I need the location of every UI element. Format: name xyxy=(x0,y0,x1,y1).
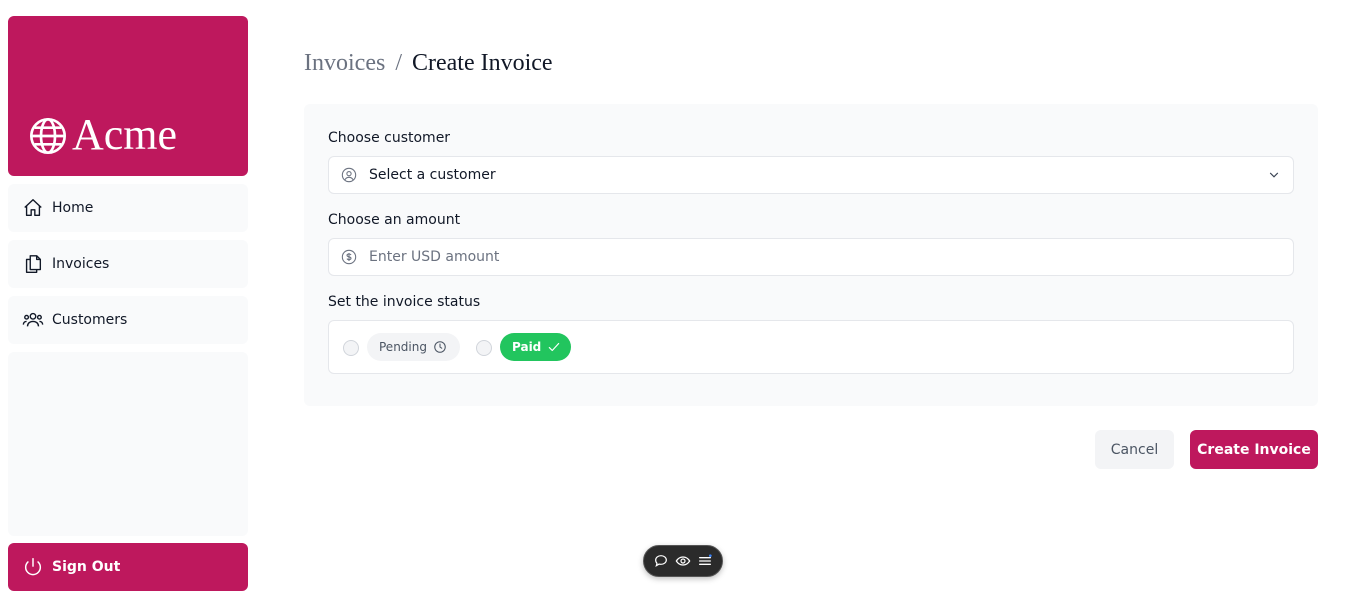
customer-select[interactable]: Select a customer xyxy=(328,156,1294,194)
sign-out-label: Sign Out xyxy=(52,559,121,575)
breadcrumb-invoices-link[interactable]: Invoices xyxy=(304,50,385,76)
sidebar-item-label: Customers xyxy=(52,312,128,328)
amount-label: Choose an amount xyxy=(328,212,461,228)
clock-icon xyxy=(433,340,447,354)
paid-label: Paid xyxy=(512,340,542,354)
menu-icon[interactable] xyxy=(697,553,713,569)
sidebar-spacer xyxy=(8,352,248,536)
check-icon xyxy=(547,340,561,354)
globe-icon xyxy=(28,116,68,156)
document-duplicate-icon xyxy=(22,253,44,275)
pending-label: Pending xyxy=(379,340,427,354)
customer-label: Choose customer xyxy=(328,130,451,146)
floating-toolbar xyxy=(643,545,723,577)
create-invoice-form: Choose customer Select a customer Choose… xyxy=(304,104,1318,406)
breadcrumb-current: Create Invoice xyxy=(411,50,553,76)
pending-option[interactable]: Pending xyxy=(367,333,460,361)
amount-input[interactable]: Enter USD amount xyxy=(328,238,1294,276)
amount-placeholder: Enter USD amount xyxy=(369,249,500,265)
power-icon xyxy=(22,556,44,578)
home-icon xyxy=(22,197,44,219)
chevron-down-icon xyxy=(1267,168,1281,182)
sign-out-button[interactable]: Sign Out xyxy=(8,543,248,591)
customer-select-value: Select a customer xyxy=(369,167,496,183)
status-label: Set the invoice status xyxy=(328,294,481,310)
breadcrumb-separator: / xyxy=(395,50,402,76)
breadcrumb: Invoices / Create Invoice xyxy=(304,46,553,80)
cancel-button[interactable]: Cancel xyxy=(1095,430,1174,469)
user-group-icon xyxy=(22,309,44,331)
sidebar-item-invoices[interactable]: Invoices xyxy=(8,240,248,288)
sidebar-item-label: Invoices xyxy=(52,256,110,272)
brand-name: Acme xyxy=(72,110,178,159)
sidebar-item-label: Home xyxy=(52,200,94,216)
pending-radio[interactable] xyxy=(343,340,359,356)
paid-radio[interactable] xyxy=(476,340,492,356)
chat-bubble-icon[interactable] xyxy=(653,553,669,569)
sidebar: Acme Home Invoices Customers Sign Out xyxy=(8,16,248,591)
sidebar-item-home[interactable]: Home xyxy=(8,184,248,232)
sidebar-item-customers[interactable]: Customers xyxy=(8,296,248,344)
create-invoice-button[interactable]: Create Invoice xyxy=(1190,430,1318,469)
currency-dollar-icon xyxy=(341,249,357,265)
brand-logo-panel[interactable]: Acme xyxy=(8,16,248,176)
user-circle-icon xyxy=(341,167,357,183)
eye-icon[interactable] xyxy=(675,553,691,569)
status-radio-group: Pending Paid xyxy=(328,320,1294,374)
paid-option[interactable]: Paid xyxy=(500,333,571,361)
